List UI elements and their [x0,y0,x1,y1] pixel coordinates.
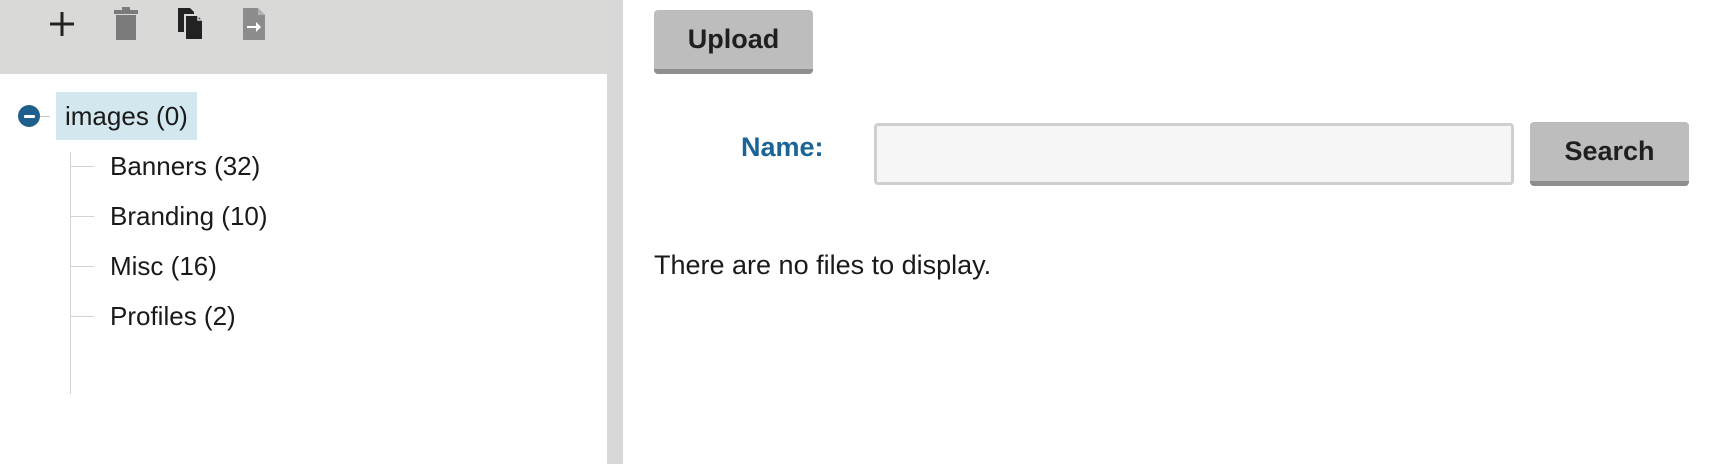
tree-item-misc[interactable]: Misc (16) [70,246,217,286]
folder-tree: images (0) Banners (32) Branding (10) Mi… [0,74,607,464]
folder-toolbar [0,0,607,74]
tree-item-banners[interactable]: Banners (32) [70,146,260,186]
move-file-icon [243,8,265,40]
tree-connector [70,315,94,317]
tree-item-label: Misc (16) [110,250,217,281]
panel-resize-handle[interactable] [607,0,623,464]
name-label: Name: [741,132,824,162]
copy-icon [178,8,204,41]
tree-connector [70,215,94,217]
search-button[interactable]: Search [1530,122,1689,186]
tree-connector [70,165,94,167]
delete-folder-button[interactable] [106,4,146,44]
trash-icon [114,7,138,40]
upload-button[interactable]: Upload [654,10,813,74]
tree-item-profiles[interactable]: Profiles (2) [70,296,236,336]
tree-item-label: Banners (32) [110,150,261,181]
tree-item-branding[interactable]: Branding (10) [70,196,268,236]
tree-connector [40,115,50,117]
copy-folder-button[interactable] [171,4,211,44]
folder-panel: images (0) Banners (32) Branding (10) Mi… [0,0,607,464]
file-manager: images (0) Banners (32) Branding (10) Mi… [0,0,1716,464]
move-folder-button[interactable] [234,4,274,44]
tree-item-label: Branding (10) [110,200,268,231]
name-search-input[interactable] [874,123,1514,185]
add-folder-button[interactable] [42,4,82,44]
tree-item-label: Profiles (2) [110,300,236,331]
tree-connector [70,265,94,267]
empty-state-message: There are no files to display. [654,250,992,280]
tree-item-images[interactable]: images (0) [56,92,197,140]
collapse-icon[interactable] [18,105,40,127]
tree-root-node: images (0) [18,92,197,140]
files-panel: Upload Name: Search There are no files t… [623,0,1716,464]
plus-icon [50,12,74,36]
